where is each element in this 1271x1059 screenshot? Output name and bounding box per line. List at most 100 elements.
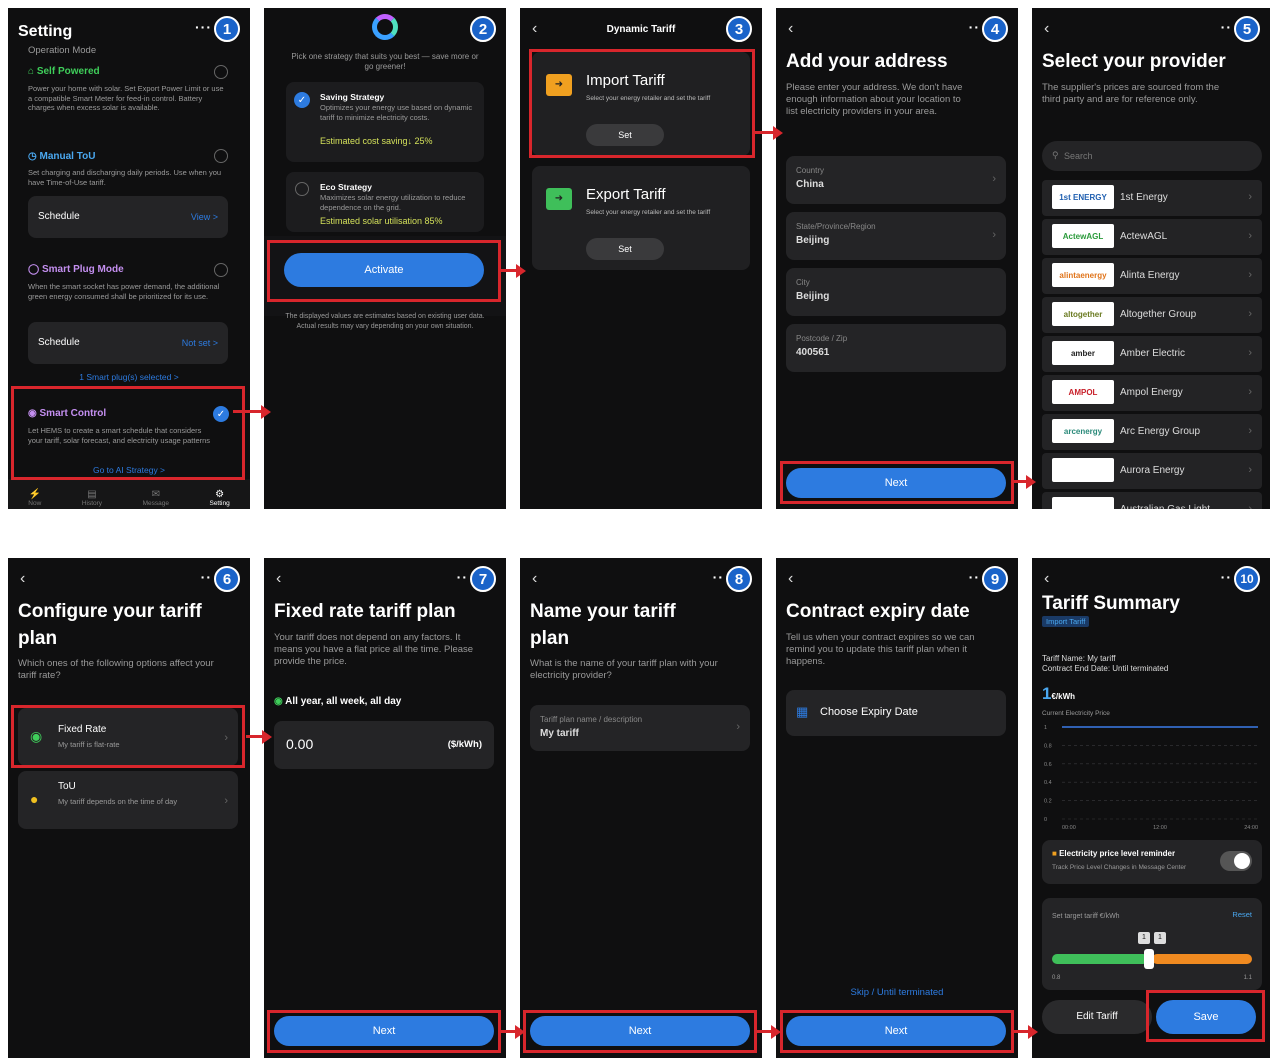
edit-tariff-button[interactable]: Edit Tariff <box>1042 1000 1152 1034</box>
self-powered-desc: Power your home with solar. Set Export P… <box>28 84 224 112</box>
import-set-button[interactable]: Set <box>586 124 664 146</box>
target-tariff-card: Set target tariff €/kWh Reset 1 1 0.8 1.… <box>1042 898 1262 990</box>
ai-logo-icon <box>372 14 398 40</box>
reset-link[interactable]: Reset <box>1232 910 1252 919</box>
export-tariff-card[interactable]: ➜ Export Tariff Select your energy retai… <box>532 166 750 270</box>
provider-item[interactable]: Aurora Energy › <box>1042 453 1262 489</box>
provider-item[interactable]: ActewAGL ActewAGL › <box>1042 219 1262 255</box>
smart-plug-selected-link[interactable]: 1 Smart plug(s) selected > <box>8 372 250 382</box>
x-tick-label: 12:00 <box>1153 825 1167 831</box>
provider-item[interactable]: 1st ENERGY 1st Energy › <box>1042 180 1262 216</box>
slider-handle[interactable] <box>1144 949 1154 969</box>
page-title: Select your provider <box>1042 51 1226 72</box>
slider-orange-range <box>1152 954 1252 964</box>
step-badge: 1 <box>214 16 240 42</box>
smart-control-title[interactable]: ◉ Smart Control <box>28 408 106 419</box>
back-icon[interactable]: ‹ <box>276 570 281 588</box>
more-icon[interactable]: ·· <box>1221 19 1232 35</box>
page-title: Fixed rate tariff plan <box>274 601 456 622</box>
self-powered-radio[interactable] <box>214 65 228 79</box>
back-icon[interactable]: ‹ <box>1044 570 1049 588</box>
more-icon[interactable]: ·· <box>713 569 724 585</box>
fixed-rate-option[interactable]: ◉ Fixed Rate My tariff is flat-rate › <box>18 708 238 766</box>
manual-tou-radio[interactable] <box>214 149 228 163</box>
nav-history[interactable]: ▤ History <box>82 489 102 507</box>
y-tick-label: 0.6 <box>1044 762 1052 768</box>
state-field[interactable]: State/Province/Region Beijing › <box>786 212 1006 260</box>
gear-icon: ⚙ <box>215 489 225 500</box>
back-icon[interactable]: ‹ <box>532 570 537 588</box>
y-tick-label: 0.2 <box>1044 799 1052 805</box>
chevron-right-icon: › <box>992 173 996 185</box>
nav-message[interactable]: ✉ Message <box>143 489 169 507</box>
price-input[interactable]: 0.00 ($/kWh) <box>274 721 494 769</box>
eco-strategy-card[interactable]: Eco Strategy Maximizes solar energy util… <box>286 172 484 232</box>
back-icon[interactable]: ‹ <box>788 570 793 588</box>
saving-strategy-card[interactable]: ✓ Saving Strategy Optimizes your energy … <box>286 82 484 162</box>
postcode-field[interactable]: Postcode / Zip 400561 <box>786 324 1006 372</box>
flow-arrow-8 <box>1014 1025 1038 1039</box>
screen-name-tariff: ‹ ·· 8 Name your tariff plan What is the… <box>520 558 762 1058</box>
provider-item[interactable]: alintaenergy Alinta Energy › <box>1042 258 1262 294</box>
page-desc: Your tariff does not depend on any facto… <box>274 632 474 667</box>
provider-name: Aurora Energy <box>1120 465 1185 476</box>
provider-item[interactable]: altogether Altogether Group › <box>1042 297 1262 333</box>
back-icon[interactable]: ‹ <box>1044 20 1049 38</box>
nav-setting[interactable]: ⚙ Setting <box>209 489 229 507</box>
more-icon[interactable]: ·· <box>969 569 980 585</box>
page-desc: What is the name of your tariff plan wit… <box>530 658 718 681</box>
more-icon[interactable]: ·· <box>969 19 980 35</box>
manual-tou-schedule[interactable]: Schedule View > <box>28 196 228 238</box>
skip-link[interactable]: Skip / Until terminated <box>776 987 1018 998</box>
provider-name: Alinta Energy <box>1120 270 1180 281</box>
reminder-toggle[interactable] <box>1220 851 1252 871</box>
back-icon[interactable]: ‹ <box>788 20 793 38</box>
more-icon[interactable]: ·· <box>1221 569 1232 585</box>
y-tick-label: 0.4 <box>1044 780 1052 786</box>
coins-icon: ● <box>30 791 39 807</box>
next-button[interactable]: Next <box>786 468 1006 498</box>
saving-check-icon[interactable]: ✓ <box>294 92 310 108</box>
city-field[interactable]: City Beijing <box>786 268 1006 316</box>
import-tariff-card[interactable]: ➜ Import Tariff Select your energy retai… <box>532 52 750 156</box>
page-desc: Tell us when your contract expires so we… <box>786 632 975 667</box>
eco-radio[interactable] <box>295 182 309 196</box>
more-icon[interactable]: ·· <box>457 569 468 585</box>
provider-item[interactable]: Australian Gas Light › <box>1042 492 1262 509</box>
save-button[interactable]: Save <box>1156 1000 1256 1034</box>
back-icon[interactable]: ‹ <box>20 570 25 588</box>
smart-plug-title[interactable]: ◯ Smart Plug Mode <box>28 264 124 275</box>
screen-dynamic-tariff: ‹ Dynamic Tariff 3 ➜ Import Tariff Selec… <box>520 8 762 509</box>
country-field[interactable]: Country China › <box>786 156 1006 204</box>
next-button[interactable]: Next <box>274 1016 494 1046</box>
provider-logo: alintaenergy <box>1052 263 1114 287</box>
section-title: Operation Mode <box>28 45 97 56</box>
manual-tou-title[interactable]: ◷ Manual ToU <box>28 151 95 162</box>
choose-expiry-date[interactable]: ▦ Choose Expiry Date <box>786 690 1006 736</box>
page-title: Configure your tariff plan <box>18 601 202 649</box>
self-powered-title[interactable]: ⌂ Self Powered <box>28 66 100 77</box>
tou-option[interactable]: ● ToU My tariff depends on the time of d… <box>18 771 238 829</box>
more-icon[interactable]: ··· <box>195 19 212 35</box>
chevron-right-icon: › <box>1248 308 1252 320</box>
smart-plug-schedule[interactable]: Schedule Not set > <box>28 322 228 364</box>
ai-strategy-link[interactable]: Go to AI Strategy > <box>8 465 250 475</box>
smart-control-check-icon[interactable]: ✓ <box>213 406 229 422</box>
next-button[interactable]: Next <box>530 1016 750 1046</box>
provider-item[interactable]: amber Amber Electric › <box>1042 336 1262 372</box>
ai-icon: ◉ <box>28 408 40 419</box>
tariff-name-field[interactable]: Tariff plan name / description My tariff… <box>530 705 750 751</box>
smart-plug-radio[interactable] <box>214 263 228 277</box>
provider-name: Australian Gas Light <box>1120 504 1210 509</box>
export-set-button[interactable]: Set <box>586 238 664 260</box>
activate-button[interactable]: Activate <box>284 253 484 287</box>
provider-item[interactable]: arcenergy Arc Energy Group › <box>1042 414 1262 450</box>
chevron-right-icon: › <box>1248 347 1252 359</box>
provider-logo <box>1052 458 1114 482</box>
next-button[interactable]: Next <box>786 1016 1006 1046</box>
provider-item[interactable]: AMPOL Ampol Energy › <box>1042 375 1262 411</box>
more-icon[interactable]: ·· <box>201 569 212 585</box>
slider-green-range <box>1052 954 1148 964</box>
nav-now[interactable]: ⚡ Now <box>28 489 41 507</box>
search-input[interactable]: ⚲ Search <box>1042 141 1262 171</box>
